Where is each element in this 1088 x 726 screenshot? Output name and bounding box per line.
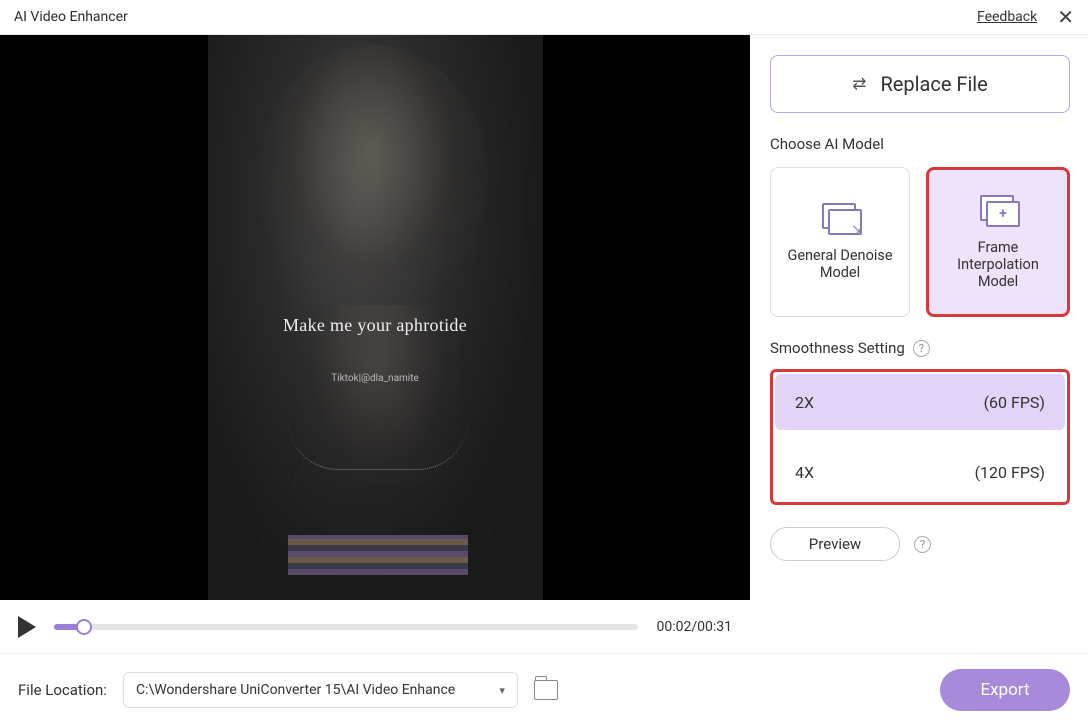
file-location-select[interactable]: C:\Wondershare UniConverter 15\AI Video … (123, 672, 518, 708)
preview-button[interactable]: Preview (770, 527, 900, 561)
model-denoise-label: General Denoise Model (779, 247, 901, 281)
video-content-shade (258, 45, 488, 315)
smooth-2x-label: 2X (795, 393, 814, 412)
video-area: Make me your aphrotide Tiktok|@dla_namit… (0, 35, 750, 653)
folder-icon[interactable] (534, 680, 558, 700)
model-general-denoise[interactable]: ↘ General Denoise Model (770, 167, 910, 317)
smoothness-4x[interactable]: 4X (120 FPS) (775, 444, 1065, 500)
sidebar: ⇄ Replace File Choose AI Model ↘ General… (750, 35, 1088, 653)
help-icon[interactable]: ? (914, 536, 931, 553)
time-label: 00:02/00:31 (656, 619, 732, 635)
titlebar: AI Video Enhancer Feedback ✕ (0, 0, 1088, 35)
video-preview[interactable]: Make me your aphrotide Tiktok|@dla_namit… (0, 35, 750, 600)
chevron-down-icon: ▾ (499, 684, 505, 697)
smooth-4x-fps: (120 FPS) (975, 463, 1045, 482)
export-button[interactable]: Export (940, 669, 1070, 711)
replace-file-button[interactable]: ⇄ Replace File (770, 55, 1070, 113)
replace-file-label: Replace File (880, 72, 987, 96)
help-icon[interactable]: ? (913, 340, 930, 357)
interpolate-icon: + (980, 195, 1016, 225)
close-icon[interactable]: ✕ (1057, 7, 1074, 27)
smoothness-section: Smoothness Setting ? 2X (60 FPS) 4X (120… (770, 339, 1070, 505)
denoise-icon: ↘ (822, 203, 858, 233)
video-overlay-subtext: Tiktok|@dla_namite (208, 373, 543, 384)
model-interp-label: Frame Interpolation Model (937, 239, 1059, 290)
feedback-link[interactable]: Feedback (977, 9, 1037, 25)
smooth-4x-label: 4X (795, 463, 814, 482)
play-icon[interactable] (18, 616, 36, 638)
progress-thumb[interactable] (76, 619, 92, 635)
model-row: ↘ General Denoise Model + Frame Interpol… (770, 167, 1070, 317)
progress-bar[interactable] (54, 624, 638, 630)
smoothness-options: 2X (60 FPS) 4X (120 FPS) (770, 369, 1070, 505)
swap-icon: ⇄ (852, 74, 866, 94)
model-frame-interpolation[interactable]: + Frame Interpolation Model (926, 167, 1070, 317)
video-frame: Make me your aphrotide Tiktok|@dla_namit… (208, 35, 543, 600)
video-overlay-text: Make me your aphrotide (208, 315, 543, 336)
video-straps (258, 455, 498, 575)
app-title: AI Video Enhancer (14, 9, 128, 25)
main-area: Make me your aphrotide Tiktok|@dla_namit… (0, 35, 1088, 653)
smoothness-2x[interactable]: 2X (60 FPS) (775, 374, 1065, 430)
file-location-label: File Location: (18, 681, 107, 699)
footer: File Location: C:\Wondershare UniConvert… (0, 653, 1088, 726)
titlebar-right: Feedback ✕ (977, 7, 1074, 27)
file-location-path: C:\Wondershare UniConverter 15\AI Video … (136, 682, 455, 698)
smooth-2x-fps: (60 FPS) (984, 393, 1045, 412)
video-controls: 00:02/00:31 (0, 600, 750, 653)
preview-row: Preview ? (770, 527, 1070, 561)
choose-model-label: Choose AI Model (770, 135, 1070, 153)
choose-model-section: Choose AI Model ↘ General Denoise Model … (770, 135, 1070, 317)
smoothness-label: Smoothness Setting (770, 339, 905, 357)
smoothness-label-row: Smoothness Setting ? (770, 339, 1070, 357)
